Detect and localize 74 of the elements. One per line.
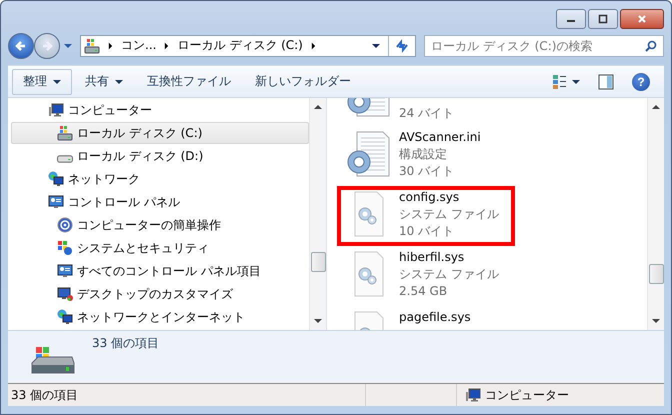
monitor-icon: [57, 286, 73, 302]
help-button[interactable]: ?: [632, 72, 650, 91]
file-type: 構成設定: [399, 147, 448, 162]
drive-icon: [57, 155, 73, 164]
drive-icon: [57, 125, 73, 142]
file-size: 30 バイト: [399, 164, 456, 180]
item-count: 33 個の項目: [92, 335, 160, 352]
drive-icon: [84, 38, 100, 54]
scroll-down-icon[interactable]: [652, 318, 660, 324]
search-field[interactable]: ローカル ディスク (C:)の検索: [424, 34, 664, 57]
nav-item[interactable]: コンピューター: [11, 99, 309, 122]
dropdown-caret-icon[interactable]: [372, 42, 380, 49]
file-item[interactable]: hiberfil.sys システム ファイル 2.54 GB: [337, 246, 515, 306]
history-caret-icon[interactable]: [64, 42, 72, 49]
shield-icon: [57, 240, 73, 256]
nav-item[interactable]: ネットワークとインターネット: [11, 306, 309, 328]
nav-item[interactable]: ローカル ディスク (D:): [11, 145, 309, 168]
nav-item[interactable]: システムとセキュリティ: [11, 237, 309, 260]
breadcrumb[interactable]: ローカル ディスク (C:): [177, 37, 303, 54]
scrollbar[interactable]: [647, 98, 664, 330]
file-name: pagefile.sys: [399, 310, 471, 326]
breadcrumb-arrow-icon[interactable]: [310, 42, 316, 50]
network-icon: [48, 171, 64, 188]
file-size: 24 バイト: [399, 106, 454, 122]
close-button[interactable]: [620, 9, 664, 29]
scrollbar-thumb[interactable]: [310, 252, 326, 272]
scroll-up-icon[interactable]: [652, 104, 660, 110]
search-icon: [645, 40, 657, 52]
nav-item[interactable]: コンピューターの簡単操作: [11, 214, 309, 236]
file-type: システム ファイル: [399, 207, 499, 222]
back-button[interactable]: [8, 32, 34, 59]
file-name: config.sys: [399, 190, 460, 206]
scrollbar[interactable]: [309, 98, 326, 330]
file-item[interactable]: pagefile.sys: [337, 306, 515, 330]
status-text: 33 個の項目: [8, 384, 366, 406]
computer-icon: [48, 102, 64, 118]
file-size: 10 バイト: [399, 224, 456, 240]
scrollbar-thumb[interactable]: [648, 264, 664, 284]
breadcrumb[interactable]: コン...: [121, 37, 156, 54]
status-location: コンピューター: [485, 386, 569, 404]
nav-item[interactable]: ローカル ディスク (C:): [11, 122, 309, 144]
control-panel-icon: [48, 194, 64, 210]
breadcrumb-arrow-icon[interactable]: [164, 42, 170, 50]
view-options-icon[interactable]: [552, 74, 580, 90]
network-icon: [57, 309, 73, 326]
breadcrumb-arrow-icon[interactable]: [108, 42, 113, 50]
file-name: hiberfil.sys: [399, 250, 466, 266]
file-type: システム ファイル: [399, 267, 499, 282]
control-panel-icon: [57, 263, 73, 280]
toolbar-button[interactable]: 整理: [12, 68, 72, 95]
address-bar[interactable]: コン... ローカル ディスク (C:): [80, 34, 416, 57]
file-size: 2.54 GB: [399, 284, 448, 300]
nav-item[interactable]: ネットワーク: [11, 168, 309, 190]
refresh-icon: [394, 38, 410, 54]
scroll-up-icon[interactable]: [314, 104, 322, 110]
close-icon: [637, 14, 647, 24]
file-item[interactable]: AVScanner.ini 構成設定 30 バイト: [337, 126, 515, 186]
file-item[interactable]: 24 バイト: [337, 98, 515, 126]
accessibility-icon: [57, 217, 73, 234]
toolbar-button[interactable]: 互換性ファイル: [136, 68, 242, 95]
computer-icon: [465, 387, 481, 404]
toolbar-button[interactable]: 新しいフォルダー: [244, 68, 362, 95]
preview-pane-icon[interactable]: [598, 74, 614, 90]
file-item[interactable]: config.sys システム ファイル 10 バイト: [337, 186, 515, 246]
nav-item[interactable]: デスクトップのカスタマイズ: [11, 283, 309, 306]
file-name: AVScanner.ini: [399, 130, 481, 146]
forward-button[interactable]: [34, 32, 60, 59]
minimize-button[interactable]: [556, 9, 586, 29]
scroll-down-icon[interactable]: [314, 318, 322, 324]
nav-item[interactable]: コントロール パネル: [11, 191, 309, 214]
nav-item[interactable]: すべてのコントロール パネル項目: [11, 260, 309, 282]
maximize-button[interactable]: [588, 9, 618, 29]
maximize-icon: [598, 14, 608, 24]
toolbar-button[interactable]: 共有: [74, 68, 134, 95]
